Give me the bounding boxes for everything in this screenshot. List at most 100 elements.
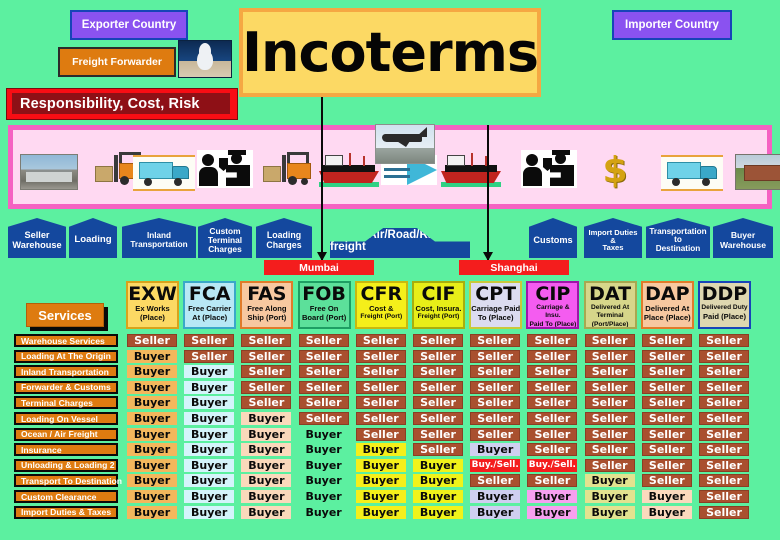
incoterm-header-cif[interactable]: CIF Cost, Insura. Freight (Port) [412,281,465,329]
incoterm-header-fca[interactable]: FCA Free Carrier At (Place) [183,281,237,329]
matrix-cell-cfr-4: Seller [355,380,406,394]
matrix-cell-cfr-5: Seller [355,396,406,410]
matrix-cell-cpt-7: Seller [470,427,521,441]
exporter-country-label: Exporter Country [70,10,188,40]
service-row-label: Warehouse Services [14,334,118,347]
matrix-cell-dap-11: Buyer [641,490,692,503]
incoterm-subtitle-line: Carriage Paid [471,304,521,313]
stage-chevron-loading: Loading [69,218,117,258]
service-row-label: Inland Transportation [14,365,118,379]
freight-band-label: Ocean/Air/Road/Rail freight [330,229,441,253]
incoterm-subtitle-line: Terminal [596,312,624,320]
stage-chevron-transportation-to-destination: Transportation to Destination [646,218,710,258]
container-truck-icon [661,155,723,191]
matrix-cell-exw-11: Buyer [127,490,177,503]
matrix-cell-cfr-8: Buyer [355,443,406,457]
matrix-cell-fas-2: Seller [241,349,292,363]
container-truck-icon [133,155,195,191]
importer-country-label: Importer Country [612,10,732,40]
forklift-icon [263,152,313,186]
matrix-cell-dap-5: Seller [641,396,692,410]
chevron-line: Charges [208,243,242,254]
incoterm-subtitle-line: Cost & [369,304,394,313]
mumbai-arrow-icon [317,97,327,261]
matrix-cell-cpt-6: Seller [470,412,521,425]
matrix-cell-dat-9: Seller [584,458,635,472]
matrix-cell-fca-3: Buyer [184,365,235,379]
stage-chevron-loading-charges: Loading Charges [256,218,312,258]
matrix-cell-dap-3: Seller [641,365,692,379]
matrix-cell-ddp-1: Seller [699,334,749,347]
matrix-cell-dat-8: Seller [584,443,635,457]
service-row-label: Terminal Charges [14,396,118,410]
incoterm-subtitle-line: Free Carrier [188,304,232,313]
matrix-cell-cpt-12: Buyer [470,505,521,519]
incoterm-code: DAT [589,283,632,305]
freight-forwarder-photo-icon [178,40,232,78]
matrix-cell-ddp-10: Seller [699,474,749,488]
responsibility-banner-label: Responsibility, Cost, Risk [12,93,230,114]
matrix-cell-cfr-10: Buyer [355,474,406,488]
incoterm-header-fas[interactable]: FAS Free Along Ship (Port) [240,281,294,329]
incoterm-code: CIF [421,283,456,305]
matrix-cell-fas-11: Buyer [241,490,292,503]
incoterm-header-cpt[interactable]: CPT Carriage Paid To (Place) [469,281,523,329]
matrix-cell-dat-5: Seller [584,396,635,410]
service-row-label: Forwarder & Customs [14,380,118,394]
service-row-label: Transport To Destination [14,474,122,488]
matrix-cell-cif-9: Buyer [413,458,463,472]
incoterm-header-exw[interactable]: EXW Ex Works (Place) [126,281,179,329]
chevron-line: Warehouse [12,239,62,250]
stage-chevron-seller-warehouse: Seller Warehouse [8,218,66,258]
matrix-cell-fas-3: Seller [241,365,292,379]
matrix-cell-ddp-7: Seller [699,427,749,441]
incoterm-subtitle-line: Cost, Insura. [415,304,462,313]
matrix-cell-exw-6: Buyer [127,412,177,425]
matrix-cell-fca-10: Buyer [184,474,235,488]
incoterm-header-dat[interactable]: DAT Delivered At Terminal (Port/Place) [583,281,637,329]
infographic-canvas: Exporter Country Importer Country Freigh… [0,0,780,540]
matrix-cell-fas-5: Seller [241,396,292,410]
matrix-cell-fca-4: Buyer [184,380,235,394]
matrix-cell-exw-7: Buyer [127,427,177,441]
matrix-cell-ddp-11: Seller [699,490,749,503]
service-row-label: Unloading & Loading 2 [14,458,118,472]
matrix-cell-dap-8: Seller [641,443,692,457]
process-band-icons: $ [13,124,780,204]
matrix-cell-cip-5: Seller [527,396,578,410]
incoterm-header-cip[interactable]: CIP Carriage & Insu. Paid To (Place) [526,281,580,329]
cargo-ship-icon [319,153,379,187]
incoterm-code: CFR [360,283,403,305]
incoterm-subtitle-line: Freight (Port) [360,313,403,321]
matrix-cell-fas-4: Seller [241,380,292,394]
matrix-cell-cpt-9: Buy./Sell. [470,458,521,472]
matrix-cell-ddp-5: Seller [699,396,749,410]
stage-chevron-customs: Customs [529,218,577,258]
matrix-cell-dat-10: Buyer [584,474,635,488]
matrix-cell-fob-2: Seller [298,349,349,363]
incoterm-header-cfr[interactable]: CFR Cost & Freight (Port) [354,281,408,329]
customs-officer-icon [197,150,253,188]
matrix-cell-ddp-8: Seller [699,443,749,457]
matrix-cell-dat-1: Seller [584,334,635,347]
matrix-cell-exw-8: Buyer [127,443,177,457]
matrix-cell-cif-1: Seller [413,334,463,347]
port-label-mumbai: Mumbai [264,260,374,275]
incoterm-subtitle-line: To (Place) [477,313,514,323]
service-row-label: Loading On Vessel [14,412,118,425]
matrix-cell-dap-7: Seller [641,427,692,441]
matrix-cell-fob-5: Seller [298,396,349,410]
service-row-label: Import Duties & Taxes [14,505,118,519]
incoterm-header-fob[interactable]: FOB Free On Board (Port) [297,281,351,329]
incoterm-subtitle-line: (Port/Place) [591,320,629,328]
page-title: Incoterms [239,8,541,97]
incoterm-header-ddp[interactable]: DDP Delivered Duty Paid (Place) [698,281,751,329]
matrix-cell-fob-1: Seller [298,334,349,347]
matrix-cell-fob-6: Seller [298,412,349,425]
matrix-cell-dap-6: Seller [641,412,692,425]
page-title-text: Incoterms [241,21,539,84]
incoterm-header-dap[interactable]: DAP Delivered At Place (Place) [640,281,694,329]
service-row-label: Ocean / Air Freight [14,427,118,441]
matrix-cell-cip-11: Buyer [527,490,578,503]
chevron-line: Transportation [130,239,188,249]
